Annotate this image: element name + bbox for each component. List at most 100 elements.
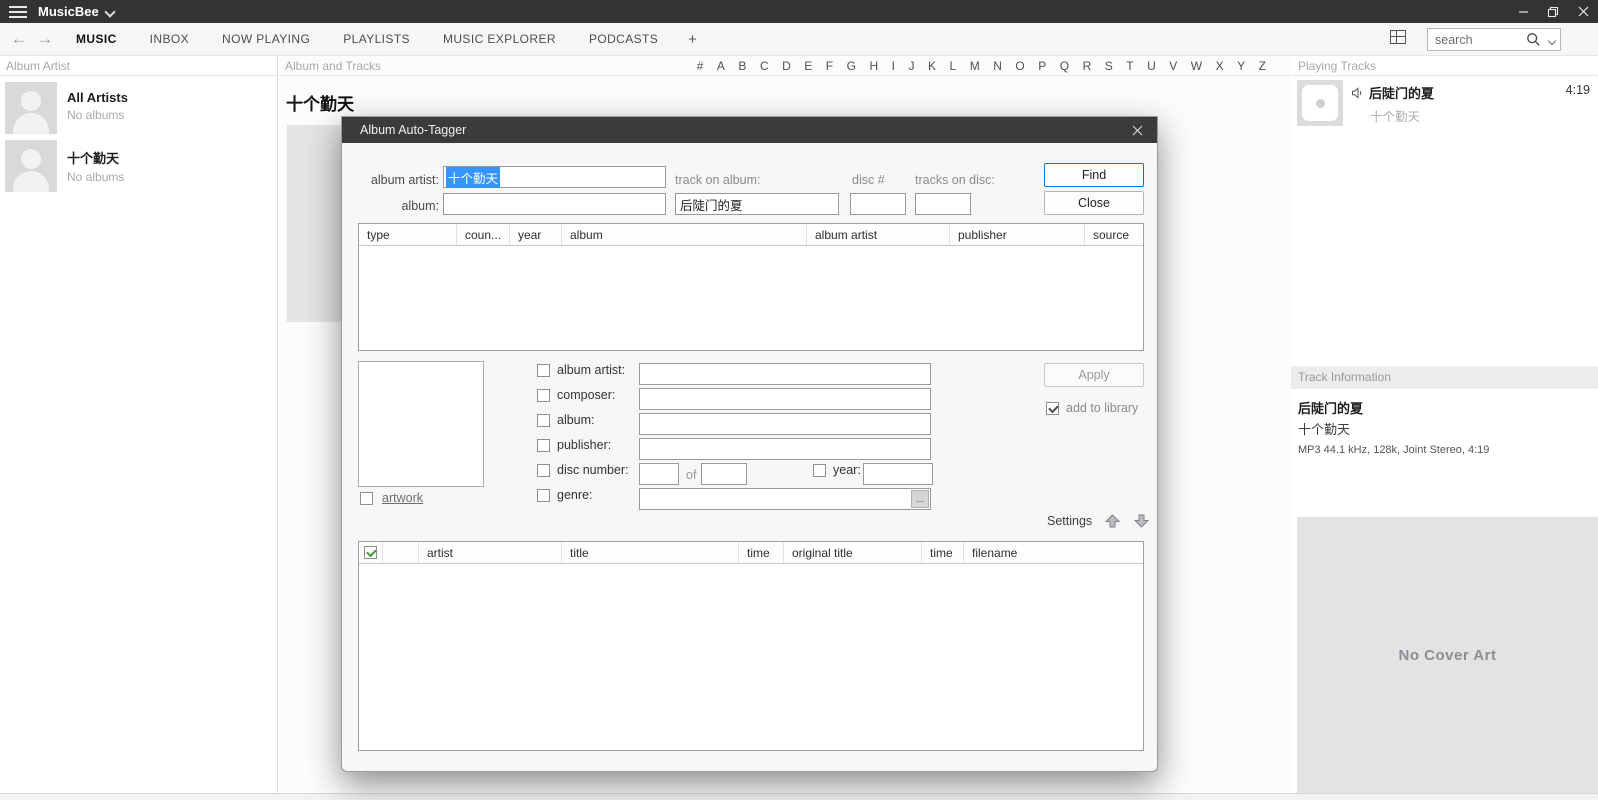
alphabet-letter[interactable]: N (993, 59, 1002, 73)
dialog-close-button[interactable] (1132, 125, 1143, 136)
tracks-column-header[interactable]: time (922, 542, 964, 563)
alphabet-letter[interactable]: L (950, 59, 957, 73)
tag-publisher-checkbox[interactable] (537, 439, 550, 452)
alphabet-letter[interactable]: J (909, 59, 915, 73)
tracks-column-header[interactable]: title (562, 542, 739, 563)
results-column-header[interactable]: coun... (457, 224, 510, 245)
hamburger-menu-icon[interactable] (0, 0, 36, 23)
alphabet-letter[interactable]: R (1083, 59, 1092, 73)
tag-album-artist-checkbox[interactable] (537, 364, 550, 377)
alphabet-letter[interactable]: W (1191, 59, 1202, 73)
search-input[interactable] (1428, 33, 1526, 47)
alphabet-letter[interactable]: F (826, 59, 833, 73)
disc-number-value-input[interactable] (639, 463, 679, 485)
search-box[interactable] (1427, 28, 1561, 51)
alphabet-letter[interactable]: Z (1259, 59, 1266, 73)
tracks-column-header[interactable]: artist (419, 542, 562, 563)
alphabet-letter[interactable]: M (970, 59, 980, 73)
forward-button[interactable]: → (32, 29, 58, 49)
track-on-album-input[interactable] (675, 193, 839, 215)
alphabet-letter[interactable]: Y (1237, 59, 1245, 73)
apply-button[interactable]: Apply (1044, 363, 1144, 387)
tab[interactable]: PODCASTS (589, 32, 658, 46)
alphabet-letter[interactable]: D (782, 59, 791, 73)
disc-total-input[interactable] (701, 463, 747, 485)
alphabet-letter[interactable]: A (717, 59, 725, 73)
results-column-header[interactable]: source (1085, 224, 1143, 245)
tag-composer-input[interactable] (639, 388, 931, 410)
alphabet-letter[interactable]: Q (1060, 59, 1069, 73)
artwork-checkbox[interactable] (360, 492, 373, 505)
disc-number-input[interactable] (850, 193, 906, 215)
alphabet-letter[interactable]: K (928, 59, 936, 73)
tracks-column-header[interactable]: time (739, 542, 784, 563)
tag-album-input[interactable] (639, 413, 931, 435)
artist-album-count: No albums (67, 170, 124, 184)
alphabet-letter[interactable]: S (1105, 59, 1113, 73)
select-all-checkbox[interactable] (364, 546, 377, 559)
alphabet-letter[interactable]: B (738, 59, 746, 73)
tag-album-checkbox[interactable] (537, 414, 550, 427)
results-table[interactable]: typecoun...yearalbumalbum artistpublishe… (358, 223, 1144, 351)
results-column-header[interactable]: publisher (950, 224, 1085, 245)
tab[interactable]: MUSIC EXPLORER (443, 32, 556, 46)
alphabet-letter[interactable]: X (1216, 59, 1224, 73)
tab[interactable]: INBOX (150, 32, 189, 46)
tab[interactable]: PLAYLISTS (343, 32, 410, 46)
panel-layout-icon[interactable] (1390, 30, 1406, 44)
album-artist-search-input[interactable]: 十个勤天 (443, 166, 666, 188)
playing-track-item[interactable]: 后陡门的夏 十个勤天 4:19 (1297, 80, 1590, 128)
genre-input[interactable] (639, 488, 931, 510)
alphabet-letter[interactable]: G (847, 59, 856, 73)
close-dialog-button[interactable]: Close (1044, 191, 1144, 215)
tab[interactable]: MUSIC (76, 32, 117, 46)
dialog-titlebar[interactable]: Album Auto-Tagger (342, 117, 1157, 143)
search-icon[interactable] (1526, 32, 1548, 47)
tab[interactable]: NOW PLAYING (222, 32, 310, 46)
results-column-header[interactable]: year (510, 224, 562, 245)
tag-year-checkbox[interactable] (813, 464, 826, 477)
tag-composer-checkbox[interactable] (537, 389, 550, 402)
alphabet-letter[interactable]: O (1015, 59, 1024, 73)
minimize-button[interactable] (1508, 0, 1538, 23)
add-to-library-checkbox[interactable] (1046, 402, 1059, 415)
year-input[interactable] (863, 463, 933, 485)
alphabet-letter[interactable]: I (892, 59, 895, 73)
tag-album-artist-input[interactable] (639, 363, 931, 385)
tag-genre-checkbox[interactable] (537, 489, 550, 502)
alphabet-letter[interactable]: E (804, 59, 812, 73)
tag-publisher-input[interactable] (639, 438, 931, 460)
results-column-header[interactable]: album (562, 224, 807, 245)
restore-button[interactable] (1538, 0, 1568, 23)
alphabet-letter[interactable]: H (869, 59, 878, 73)
alphabet-letter[interactable]: C (760, 59, 769, 73)
settings-link[interactable]: Settings (1047, 514, 1092, 528)
alphabet-letter[interactable]: P (1038, 59, 1046, 73)
tracks-on-disc-input[interactable] (915, 193, 971, 215)
select-all-cell[interactable] (359, 542, 383, 563)
alphabet-letter[interactable]: # (697, 59, 704, 73)
add-tab-button[interactable]: + (688, 31, 697, 48)
move-down-arrow-icon[interactable] (1133, 513, 1150, 529)
alphabet-letter[interactable]: V (1169, 59, 1177, 73)
close-button[interactable] (1568, 0, 1598, 23)
tracks-column-header[interactable]: original title (784, 542, 922, 563)
alphabet-letter[interactable]: T (1126, 59, 1133, 73)
results-column-header[interactable]: album artist (807, 224, 950, 245)
chevron-down-icon[interactable] (106, 7, 115, 16)
tracks-table[interactable]: artisttitletimeoriginal titletimefilenam… (358, 541, 1144, 751)
artwork-link[interactable]: artwork (382, 491, 423, 505)
search-options-chevron-icon[interactable] (1548, 29, 1560, 50)
alphabet-letter[interactable]: U (1147, 59, 1156, 73)
move-up-arrow-icon[interactable] (1104, 513, 1121, 529)
artist-list-item[interactable]: 十个勤天 No albums (0, 136, 277, 192)
album-search-input[interactable] (443, 193, 666, 215)
artist-list-item[interactable]: All Artists No albums (0, 78, 277, 134)
results-column-header[interactable]: type (359, 224, 457, 245)
window-titlebar[interactable]: MusicBee (0, 0, 1598, 23)
tracks-column-header[interactable]: filename (964, 542, 1143, 563)
genre-browse-button[interactable]: ... (911, 490, 929, 508)
back-button[interactable]: ← (6, 29, 32, 49)
find-button[interactable]: Find (1044, 163, 1144, 187)
tag-disc-number-checkbox[interactable] (537, 464, 550, 477)
